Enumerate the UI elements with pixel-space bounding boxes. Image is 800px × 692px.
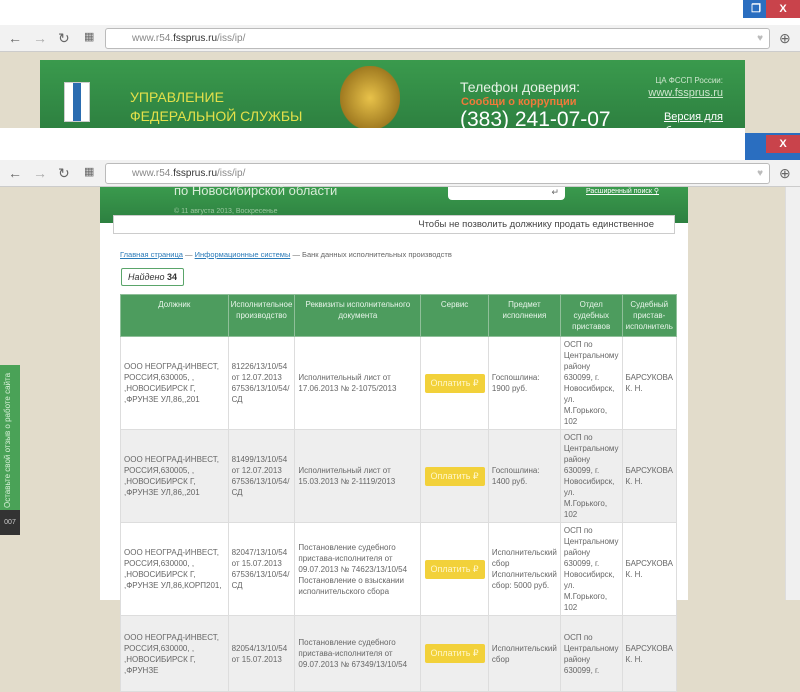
region-name: по Новосибирской области	[174, 183, 338, 198]
url-path: /iss/ip/	[217, 168, 246, 179]
url-domain: fssprus.ru	[173, 33, 218, 44]
url-prefix: www.r54.	[132, 33, 174, 44]
cell-bailiff: БАРСУКОВА К. Н.	[621, 429, 678, 523]
cell-bailiff: БАРСУКОВА К. Н.	[621, 522, 678, 616]
col-debtor: Должник	[120, 294, 229, 337]
advanced-search-label: Расширенный поиск	[586, 188, 652, 195]
table-row: ООО НЕОГРАД-ИНВЕСТ, РОССИЯ,630005, , ,НО…	[120, 336, 678, 430]
cell-department: ОСП по Центральному району 630099, г. Но…	[559, 336, 623, 430]
cell-debtor: ООО НЕОГРАД-ИНВЕСТ, РОССИЯ,630000, , ,НО…	[120, 615, 229, 692]
table-row: ООО НЕОГРАД-ИНВЕСТ, РОССИЯ,630005, , ,НО…	[120, 429, 678, 523]
cell-debtor: ООО НЕОГРАД-ИНВЕСТ, РОССИЯ,630005, , ,НО…	[120, 429, 229, 523]
forward-icon[interactable]: →	[33, 30, 47, 46]
found-count: 34	[166, 272, 177, 282]
reload-icon[interactable]: ↻	[58, 30, 70, 47]
bookmark-heart-icon[interactable]: ♥	[757, 29, 763, 48]
cell-service: Оплатить ₽	[420, 429, 489, 523]
cell-service: Оплатить ₽	[420, 522, 489, 616]
col-subject: Предмет исполнения	[487, 294, 561, 337]
eagle-emblem-icon	[340, 66, 400, 130]
back-icon[interactable]: ←	[8, 165, 22, 181]
corruption-link[interactable]: Сообщи о коррупции	[461, 96, 576, 108]
feedback-counter-icon: 007	[0, 510, 20, 535]
phone-label: Телефон доверия:	[460, 79, 581, 95]
url-domain: fssprus.ru	[173, 168, 218, 179]
cell-service: Оплатить ₽	[420, 336, 489, 430]
found-count-badge: Найдено 34	[121, 268, 184, 286]
cell-bailiff: БАРСУКОВА К. Н.	[621, 615, 678, 692]
search-icon: ⚲	[653, 188, 660, 195]
close-button-2[interactable]: X	[766, 135, 800, 153]
central-link[interactable]: www.fssprus.ru	[648, 87, 723, 99]
download-icon[interactable]: ⊕	[779, 30, 791, 47]
site-header: УПРАВЛЕНИЕ ФЕДЕРАЛЬНОЙ СЛУЖБЫ СУДЕБНЫХ П…	[40, 60, 745, 143]
pay-button[interactable]: Оплатить ₽	[424, 373, 485, 393]
reload-icon[interactable]: ↻	[58, 165, 70, 182]
cell-document: Постановление судебного пристава-исполни…	[294, 615, 422, 692]
cell-document: Исполнительный лист от 17.06.2013 № 2-10…	[294, 336, 422, 430]
advanced-search-link[interactable]: Расширенный поиск ⚲	[586, 187, 659, 195]
apps-icon[interactable]: ▦	[84, 30, 94, 43]
found-label: Найдено	[128, 272, 165, 282]
cell-document: Исполнительный лист от 15.03.2013 № 2-11…	[294, 429, 422, 523]
url-path: /iss/ip/	[217, 33, 246, 44]
breadcrumb: Главная страница — Информационные систем…	[120, 250, 452, 259]
window-controls-2: X	[745, 133, 800, 160]
address-bar[interactable]: www.r54.fssprus.ru/iss/ip/ ♥	[105, 28, 770, 49]
breadcrumb-info-systems[interactable]: Информационные системы	[195, 250, 291, 259]
scrollbar[interactable]	[785, 187, 800, 600]
window-titlebar-2	[0, 128, 745, 160]
cell-department: ОСП по Центральному району 630099, г. Но…	[559, 522, 623, 616]
central-label: ЦА ФССП России:	[655, 76, 723, 85]
cell-bailiff: БАРСУКОВА К. Н.	[621, 336, 678, 430]
cell-document: Постановление судебного пристава-исполни…	[294, 522, 422, 616]
col-document: Реквизиты исполнительного документа	[294, 294, 422, 337]
search-input[interactable]: ↵	[448, 187, 565, 200]
cell-subject: Госпошлина: 1400 руб.	[487, 429, 561, 523]
col-service: Сервис	[420, 294, 489, 337]
breadcrumb-home[interactable]: Главная страница	[120, 250, 183, 259]
region-coat-of-arms-icon	[64, 82, 90, 122]
close-button[interactable]: X	[766, 0, 800, 18]
download-icon[interactable]: ⊕	[779, 165, 791, 182]
cell-proceeding: 81499/13/10/54 от 12.07.2013 67536/13/10…	[227, 429, 296, 523]
cell-service: Оплатить ₽	[420, 615, 489, 692]
cell-debtor: ООО НЕОГРАД-ИНВЕСТ, РОССИЯ,630005, , ,НО…	[120, 336, 229, 430]
forward-icon[interactable]: →	[33, 165, 47, 181]
feedback-tab[interactable]: Оставьте свой отзыв о работе сайта 007	[0, 365, 20, 535]
feedback-label: Оставьте свой отзыв о работе сайта	[3, 372, 12, 508]
results-table: Должник Исполнительное производство Рекв…	[120, 294, 678, 692]
col-proceeding: Исполнительное производство	[227, 294, 296, 337]
cell-department: ОСП по Центральному району 630099, г.	[559, 615, 623, 692]
cell-proceeding: 81226/13/10/54 от 12.07.2013 67536/13/10…	[227, 336, 296, 430]
pay-button[interactable]: Оплатить ₽	[424, 644, 485, 663]
cell-subject: Исполнительский сбор	[487, 615, 561, 692]
current-date: © 11 августа 2013, Воскресенье	[174, 208, 278, 215]
cell-proceeding: 82054/13/10/54 от 15.07.2013	[227, 615, 296, 692]
cell-department: ОСП по Центральному району 630099, г. Но…	[559, 429, 623, 523]
cell-subject: Госпошлина: 1900 руб.	[487, 336, 561, 430]
address-bar-2[interactable]: www.r54.fssprus.ru/iss/ip/ ♥	[105, 163, 770, 184]
back-icon[interactable]: ←	[8, 30, 22, 46]
browser-toolbar-2: ← → ↻ ▦ www.r54.fssprus.ru/iss/ip/ ♥ ⊕	[0, 160, 800, 187]
col-bailiff: Судебный пристав-исполнитель	[621, 294, 678, 337]
breadcrumb-current: Банк данных исполнительных производств	[302, 250, 452, 259]
window-titlebar: ❐ X	[0, 0, 800, 25]
news-ticker[interactable]: Чтобы не позволить должнику продать един…	[113, 215, 675, 234]
table-row: ООО НЕОГРАД-ИНВЕСТ, РОССИЯ,630000, , ,НО…	[120, 522, 678, 616]
cell-proceeding: 82047/13/10/54 от 15.07.2013 67536/13/10…	[227, 522, 296, 616]
browser-toolbar: ← → ↻ ▦ www.r54.fssprus.ru/iss/ip/ ♥ ⊕	[0, 25, 800, 52]
pay-button[interactable]: Оплатить ₽	[424, 559, 485, 579]
col-department: Отдел судебных приставов	[559, 294, 623, 337]
bookmark-heart-icon[interactable]: ♥	[757, 164, 763, 183]
apps-icon[interactable]: ▦	[84, 165, 94, 178]
cell-subject: Исполнительский сбор Исполнительский сбо…	[487, 522, 561, 616]
pay-button[interactable]: Оплатить ₽	[424, 466, 485, 486]
url-prefix: www.r54.	[132, 168, 174, 179]
cell-debtor: ООО НЕОГРАД-ИНВЕСТ, РОССИЯ,630000, , ,НО…	[120, 522, 229, 616]
table-row: ООО НЕОГРАД-ИНВЕСТ, РОССИЯ,630000, , ,НО…	[120, 615, 678, 692]
